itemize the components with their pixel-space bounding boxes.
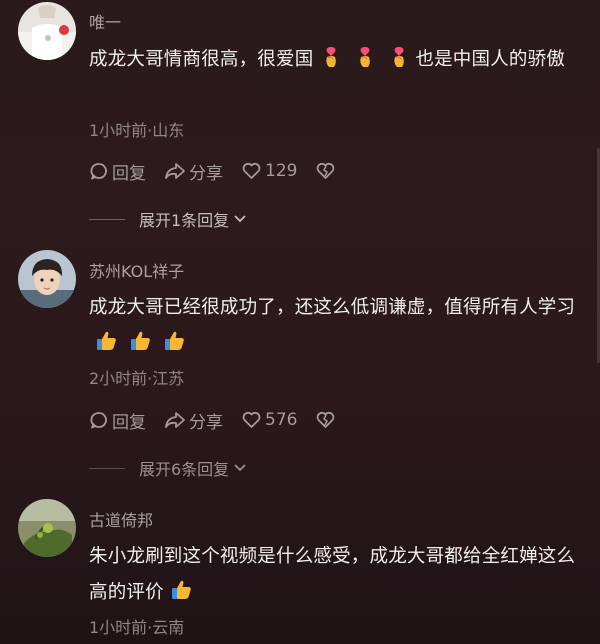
share-label: 分享 xyxy=(189,412,223,433)
comment-meta: 1小时前·云南 xyxy=(89,618,185,637)
divider-line xyxy=(89,467,125,469)
thumbs-up-emoji xyxy=(165,331,184,350)
share-icon xyxy=(165,163,185,179)
reply-icon xyxy=(90,163,107,180)
dislike-heart-icon xyxy=(317,162,335,179)
reply-button[interactable]: 回复 xyxy=(89,159,146,184)
reply-icon xyxy=(90,412,107,429)
comment-actions: 回复 分享 129 xyxy=(89,159,357,184)
like-button[interactable]: 129 xyxy=(241,161,297,181)
reply-button[interactable]: 回复 xyxy=(89,408,146,433)
avatar[interactable] xyxy=(18,2,76,60)
expand-replies-button[interactable]: 展开1条回复 xyxy=(89,207,247,231)
share-button[interactable]: 分享 xyxy=(164,408,223,433)
share-button[interactable]: 分享 xyxy=(164,159,223,184)
avatar[interactable] xyxy=(18,499,76,557)
comment-meta: 1小时前·山东 xyxy=(89,121,185,140)
thumbs-up-emoji xyxy=(97,331,116,350)
share-label: 分享 xyxy=(189,163,223,184)
like-count: 129 xyxy=(265,161,298,181)
comment-text-part: 成龙大哥情商很高，很爱国 xyxy=(89,49,314,70)
comment-actions: 回复 分享 576 xyxy=(89,408,357,433)
like-button[interactable]: 576 xyxy=(241,410,297,430)
finger-heart-emoji xyxy=(394,47,405,67)
expand-replies-label: 展开1条回复 xyxy=(139,211,230,230)
dislike-button[interactable] xyxy=(315,410,339,430)
comment-text-part: 也是中国人的骄傲 xyxy=(415,49,566,70)
username[interactable]: 古道倚邦 xyxy=(89,507,153,531)
finger-heart-emoji xyxy=(326,47,337,67)
comment-text: 成龙大哥已经很成功了，还这么低调谦虚，值得所有人学习 xyxy=(89,290,579,362)
reply-label: 回复 xyxy=(112,163,146,184)
username[interactable]: 苏州KOL祥子 xyxy=(89,258,184,282)
reply-label: 回复 xyxy=(112,412,146,433)
comment-text: 朱小龙刷到这个视频是什么感受，成龙大哥都给全红婵这么高的评价 xyxy=(89,539,579,611)
comment-text-part: 成龙大哥已经很成功了，还这么低调谦虚，值得所有人学习 xyxy=(89,297,576,318)
thumbs-up-emoji xyxy=(131,331,150,350)
dislike-button[interactable] xyxy=(315,161,339,181)
chevron-down-icon xyxy=(234,464,246,472)
divider-line xyxy=(89,218,125,220)
finger-heart-emoji xyxy=(360,47,371,67)
comment-meta: 2小时前·江苏 xyxy=(89,369,185,388)
thumbs-up-emoji xyxy=(171,580,191,599)
expand-replies-button[interactable]: 展开6条回复 xyxy=(89,456,247,480)
heart-icon xyxy=(242,162,261,179)
expand-replies-label: 展开6条回复 xyxy=(139,460,230,479)
comment-text-part: 朱小龙刷到这个视频是什么感受，成龙大哥都给全红婵这么高的评价 xyxy=(89,546,576,603)
chevron-down-icon xyxy=(234,215,246,223)
comment-text: 成龙大哥情商很高，很爱国 也是中国人的骄傲 xyxy=(89,42,579,78)
share-icon xyxy=(165,412,185,428)
heart-icon xyxy=(242,411,261,428)
like-count: 576 xyxy=(265,410,298,430)
dislike-heart-icon xyxy=(317,411,335,428)
username[interactable]: 唯一 xyxy=(89,9,121,33)
avatar[interactable] xyxy=(18,250,76,308)
